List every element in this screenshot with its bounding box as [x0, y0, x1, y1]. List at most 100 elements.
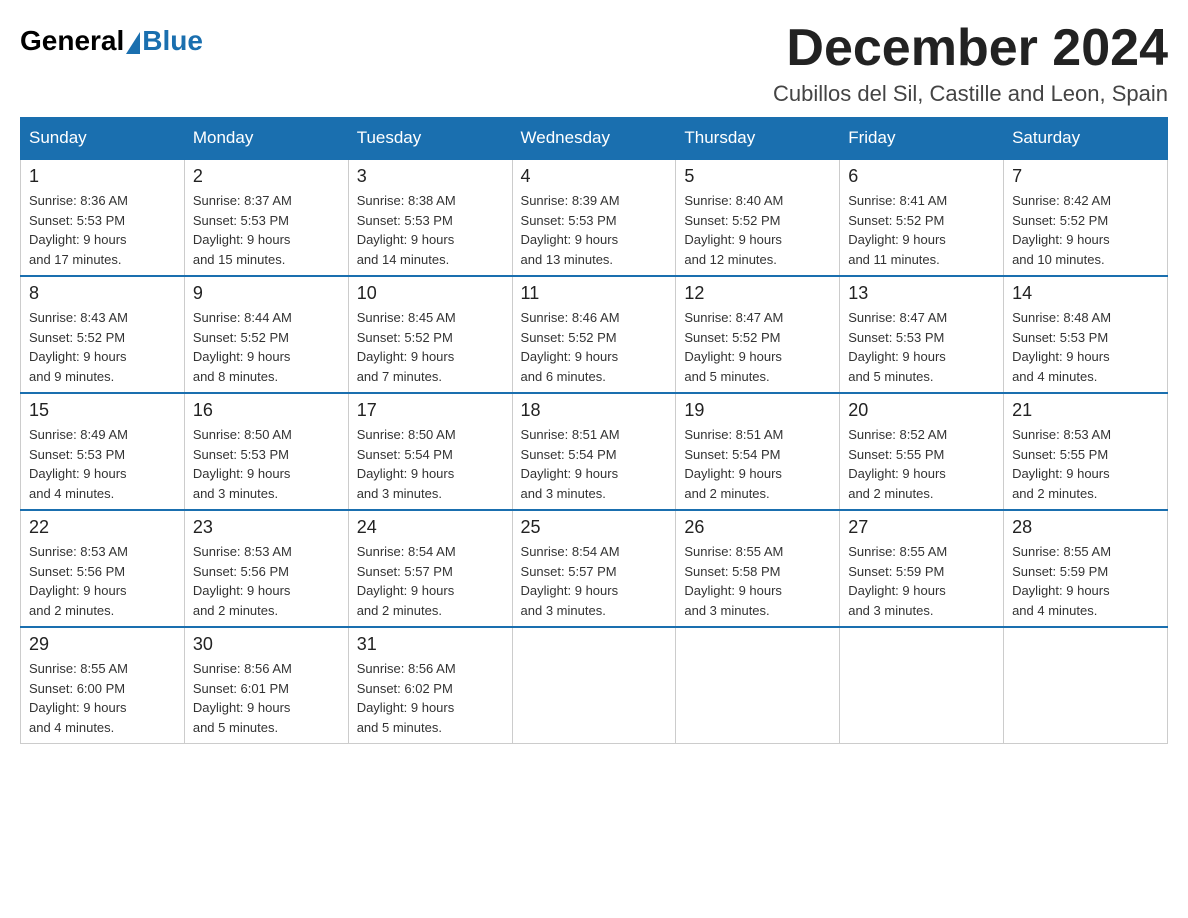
day-info: Sunrise: 8:55 AMSunset: 6:00 PMDaylight:… — [29, 659, 176, 737]
calendar-cell: 5 Sunrise: 8:40 AMSunset: 5:52 PMDaylight… — [676, 159, 840, 276]
calendar-cell: 18 Sunrise: 8:51 AMSunset: 5:54 PMDayligh… — [512, 393, 676, 510]
calendar-header-monday: Monday — [184, 118, 348, 160]
calendar-cell — [1004, 627, 1168, 744]
calendar-header-saturday: Saturday — [1004, 118, 1168, 160]
day-number: 15 — [29, 400, 176, 421]
calendar-week-row: 15 Sunrise: 8:49 AMSunset: 5:53 PMDayligh… — [21, 393, 1168, 510]
page-title: December 2024 — [773, 20, 1168, 77]
calendar-cell: 21 Sunrise: 8:53 AMSunset: 5:55 PMDayligh… — [1004, 393, 1168, 510]
page-subtitle: Cubillos del Sil, Castille and Leon, Spa… — [773, 81, 1168, 107]
day-number: 24 — [357, 517, 504, 538]
day-info: Sunrise: 8:53 AMSunset: 5:56 PMDaylight:… — [29, 542, 176, 620]
calendar-cell: 31 Sunrise: 8:56 AMSunset: 6:02 PMDayligh… — [348, 627, 512, 744]
day-number: 29 — [29, 634, 176, 655]
calendar-cell: 26 Sunrise: 8:55 AMSunset: 5:58 PMDayligh… — [676, 510, 840, 627]
day-number: 22 — [29, 517, 176, 538]
calendar-cell: 11 Sunrise: 8:46 AMSunset: 5:52 PMDayligh… — [512, 276, 676, 393]
calendar-cell: 6Sunrise: 8:41 AMSunset: 5:52 PMDaylight… — [840, 159, 1004, 276]
day-number: 5 — [684, 166, 831, 187]
day-number: 7 — [1012, 166, 1159, 187]
day-number: 28 — [1012, 517, 1159, 538]
day-info: Sunrise: 8:55 AMSunset: 5:58 PMDaylight:… — [684, 542, 831, 620]
day-info: Sunrise: 8:54 AMSunset: 5:57 PMDaylight:… — [357, 542, 504, 620]
day-info: Sunrise: 8:47 AMSunset: 5:52 PMDaylight:… — [684, 308, 831, 386]
calendar-cell: 7Sunrise: 8:42 AMSunset: 5:52 PMDaylight… — [1004, 159, 1168, 276]
day-info: Sunrise: 8:48 AMSunset: 5:53 PMDaylight:… — [1012, 308, 1159, 386]
calendar-cell: 1 Sunrise: 8:36 AMSunset: 5:53 PMDaylight… — [21, 159, 185, 276]
day-number: 30 — [193, 634, 340, 655]
calendar-cell: 2Sunrise: 8:37 AMSunset: 5:53 PMDaylight… — [184, 159, 348, 276]
calendar-cell: 9Sunrise: 8:44 AMSunset: 5:52 PMDaylight… — [184, 276, 348, 393]
day-number: 31 — [357, 634, 504, 655]
day-number: 10 — [357, 283, 504, 304]
calendar-cell: 29 Sunrise: 8:55 AMSunset: 6:00 PMDayligh… — [21, 627, 185, 744]
calendar-cell: 24 Sunrise: 8:54 AMSunset: 5:57 PMDayligh… — [348, 510, 512, 627]
calendar-cell — [512, 627, 676, 744]
day-number: 26 — [684, 517, 831, 538]
calendar-cell: 23Sunrise: 8:53 AMSunset: 5:56 PMDayligh… — [184, 510, 348, 627]
calendar-header-row: SundayMondayTuesdayWednesdayThursdayFrid… — [21, 118, 1168, 160]
day-number: 19 — [684, 400, 831, 421]
day-info: Sunrise: 8:53 AMSunset: 5:56 PMDaylight:… — [193, 542, 340, 620]
day-info: Sunrise: 8:52 AMSunset: 5:55 PMDaylight:… — [848, 425, 995, 503]
day-info: Sunrise: 8:50 AMSunset: 5:53 PMDaylight:… — [193, 425, 340, 503]
day-number: 1 — [29, 166, 176, 187]
day-number: 4 — [521, 166, 668, 187]
day-info: Sunrise: 8:50 AMSunset: 5:54 PMDaylight:… — [357, 425, 504, 503]
day-number: 21 — [1012, 400, 1159, 421]
logo-general-text: General — [20, 25, 124, 57]
title-area: December 2024 Cubillos del Sil, Castille… — [773, 20, 1168, 107]
calendar-cell: 22 Sunrise: 8:53 AMSunset: 5:56 PMDayligh… — [21, 510, 185, 627]
calendar-cell: 10 Sunrise: 8:45 AMSunset: 5:52 PMDayligh… — [348, 276, 512, 393]
logo-blue-text: Blue — [142, 25, 203, 57]
calendar-cell: 17 Sunrise: 8:50 AMSunset: 5:54 PMDayligh… — [348, 393, 512, 510]
day-info: Sunrise: 8:47 AMSunset: 5:53 PMDaylight:… — [848, 308, 995, 386]
day-info: Sunrise: 8:56 AMSunset: 6:02 PMDaylight:… — [357, 659, 504, 737]
day-number: 6 — [848, 166, 995, 187]
day-info: Sunrise: 8:55 AMSunset: 5:59 PMDaylight:… — [1012, 542, 1159, 620]
day-info: Sunrise: 8:49 AMSunset: 5:53 PMDaylight:… — [29, 425, 176, 503]
calendar-cell: 28 Sunrise: 8:55 AMSunset: 5:59 PMDayligh… — [1004, 510, 1168, 627]
calendar-cell — [840, 627, 1004, 744]
day-info: Sunrise: 8:51 AMSunset: 5:54 PMDaylight:… — [684, 425, 831, 503]
day-info: Sunrise: 8:53 AMSunset: 5:55 PMDaylight:… — [1012, 425, 1159, 503]
day-info: Sunrise: 8:40 AMSunset: 5:52 PMDaylight:… — [684, 191, 831, 269]
day-info: Sunrise: 8:51 AMSunset: 5:54 PMDaylight:… — [521, 425, 668, 503]
day-info: Sunrise: 8:54 AMSunset: 5:57 PMDaylight:… — [521, 542, 668, 620]
calendar-cell: 19 Sunrise: 8:51 AMSunset: 5:54 PMDayligh… — [676, 393, 840, 510]
header: General Blue December 2024 Cubillos del … — [20, 20, 1168, 107]
day-number: 18 — [521, 400, 668, 421]
calendar-header-sunday: Sunday — [21, 118, 185, 160]
day-number: 14 — [1012, 283, 1159, 304]
logo: General Blue — [20, 20, 203, 57]
calendar-cell: 12 Sunrise: 8:47 AMSunset: 5:52 PMDayligh… — [676, 276, 840, 393]
calendar-cell: 15 Sunrise: 8:49 AMSunset: 5:53 PMDayligh… — [21, 393, 185, 510]
calendar-week-row: 29 Sunrise: 8:55 AMSunset: 6:00 PMDayligh… — [21, 627, 1168, 744]
calendar-cell: 25 Sunrise: 8:54 AMSunset: 5:57 PMDayligh… — [512, 510, 676, 627]
calendar-cell: 20 Sunrise: 8:52 AMSunset: 5:55 PMDayligh… — [840, 393, 1004, 510]
day-number: 20 — [848, 400, 995, 421]
calendar-header-tuesday: Tuesday — [348, 118, 512, 160]
calendar-cell: 8 Sunrise: 8:43 AMSunset: 5:52 PMDaylight… — [21, 276, 185, 393]
day-info: Sunrise: 8:37 AMSunset: 5:53 PMDaylight:… — [193, 191, 340, 269]
day-number: 9 — [193, 283, 340, 304]
day-info: Sunrise: 8:36 AMSunset: 5:53 PMDaylight:… — [29, 191, 176, 269]
calendar-cell: 14 Sunrise: 8:48 AMSunset: 5:53 PMDayligh… — [1004, 276, 1168, 393]
calendar-week-row: 8 Sunrise: 8:43 AMSunset: 5:52 PMDaylight… — [21, 276, 1168, 393]
calendar-header-wednesday: Wednesday — [512, 118, 676, 160]
day-number: 11 — [521, 283, 668, 304]
day-info: Sunrise: 8:43 AMSunset: 5:52 PMDaylight:… — [29, 308, 176, 386]
calendar-header-friday: Friday — [840, 118, 1004, 160]
day-number: 3 — [357, 166, 504, 187]
day-number: 8 — [29, 283, 176, 304]
day-number: 17 — [357, 400, 504, 421]
day-info: Sunrise: 8:45 AMSunset: 5:52 PMDaylight:… — [357, 308, 504, 386]
calendar-cell: 3Sunrise: 8:38 AMSunset: 5:53 PMDaylight… — [348, 159, 512, 276]
day-info: Sunrise: 8:46 AMSunset: 5:52 PMDaylight:… — [521, 308, 668, 386]
day-number: 25 — [521, 517, 668, 538]
calendar-cell: 13 Sunrise: 8:47 AMSunset: 5:53 PMDayligh… — [840, 276, 1004, 393]
calendar-table: SundayMondayTuesdayWednesdayThursdayFrid… — [20, 117, 1168, 744]
day-number: 13 — [848, 283, 995, 304]
calendar-week-row: 22 Sunrise: 8:53 AMSunset: 5:56 PMDayligh… — [21, 510, 1168, 627]
day-number: 12 — [684, 283, 831, 304]
